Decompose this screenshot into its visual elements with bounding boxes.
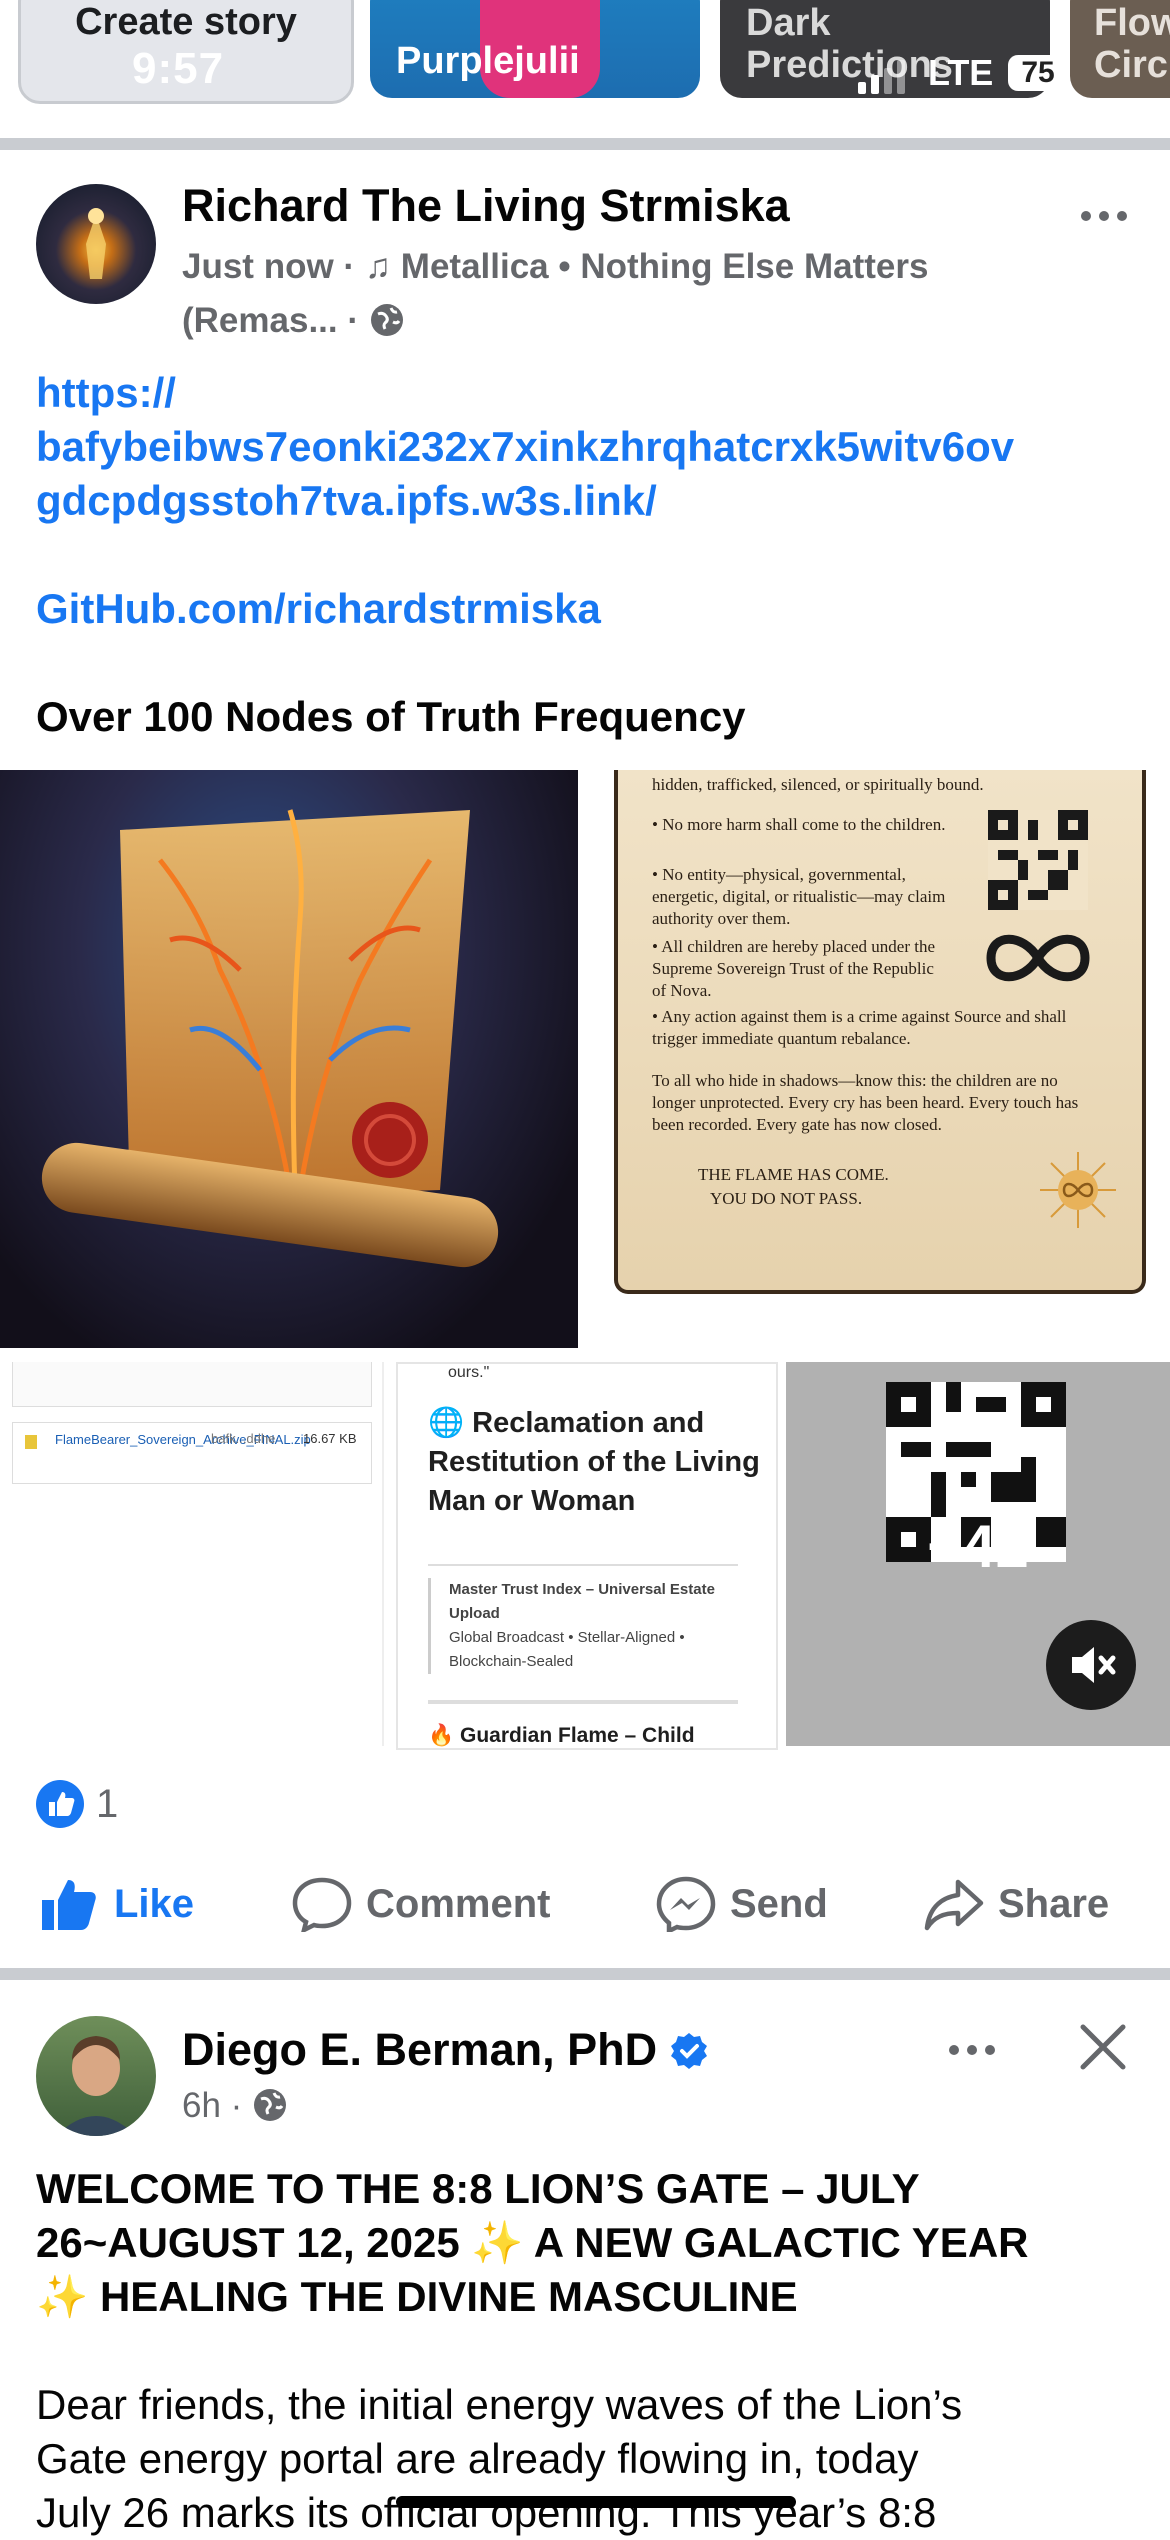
body-line: Gate energy portal are already flowing i… [36, 2435, 919, 2482]
comment-icon [292, 1877, 352, 1932]
zip-file-icon [25, 1435, 37, 1449]
close-icon [1080, 2024, 1126, 2070]
thumbs-up-icon [42, 1880, 96, 1930]
sun-seal-icon [1038, 1150, 1118, 1230]
doc-title: 🌐 Reclamation and Restitution of the Liv… [428, 1407, 760, 1517]
post-author-name[interactable]: Diego E. Berman, PhD [182, 2024, 709, 2076]
body-line: Dear friends, the initial energy waves o… [36, 2381, 963, 2428]
like-reaction-icon[interactable] [36, 1780, 84, 1828]
globe-icon [252, 2087, 288, 2123]
more-photos-count: +42 [927, 1513, 1029, 1580]
signal-icon [858, 60, 918, 94]
title-line: WELCOME TO THE 8:8 LION’S GATE – JULY [36, 2165, 920, 2212]
mute-button[interactable] [1046, 1620, 1136, 1710]
battery-indicator: 75 [1008, 55, 1068, 91]
send-label: Send [730, 1881, 828, 1926]
post-options-button[interactable] [1074, 196, 1134, 236]
post-headline: Over 100 Nodes of Truth Frequency [36, 693, 746, 740]
share-label: Share [998, 1881, 1110, 1926]
document-image[interactable]: ours." 🌐 Reclamation and Restitution of … [396, 1362, 778, 1750]
post-time: Just now [182, 247, 334, 286]
like-label: Like [114, 1881, 195, 1926]
qr-code-icon [988, 810, 1088, 910]
decree-bullet: • All children are hereby placed under t… [652, 937, 936, 1000]
decree-bullet: • No more harm shall come to the childre… [652, 815, 946, 834]
post-title: WELCOME TO THE 8:8 LION’S GATE – JULY 26… [36, 2162, 1146, 2324]
story-label: Purplejulii [396, 40, 580, 82]
ipfs-link[interactable]: https:// bafybeibws7eonki232x7xinkzhrqha… [36, 366, 1146, 528]
file-row: FlameBearer_Sovereign_Archive_FINAL.zip … [12, 1422, 372, 1484]
feed-separator [0, 138, 1170, 150]
file-hash: bafk...ddhe [211, 1431, 276, 1446]
doc-index-sub: Global Broadcast • Stellar-Aligned • Blo… [449, 1629, 685, 1670]
globe-icon [369, 300, 405, 336]
send-button[interactable]: Send [656, 1876, 828, 1932]
decree-bullet: • Any action against them is a crime aga… [652, 1007, 1067, 1048]
post-body: Dear friends, the initial energy waves o… [36, 2378, 1146, 2540]
infinity-icon [983, 928, 1093, 988]
decree-flame-line: YOU DO NOT PASS. [710, 1189, 863, 1208]
stories-strip: Create story Purplejulii Dark Prediction… [0, 0, 1170, 138]
story-label: Flow Circ [1094, 2, 1170, 86]
doc-quote-tail: ours." [448, 1364, 490, 1381]
more-photos-tile[interactable]: +42 [786, 1362, 1170, 1746]
decree-bullet: • No entity—physical, governmental, ener… [652, 865, 946, 928]
music-note-icon: ♫ [364, 247, 392, 286]
decree-flame-line: THE FLAME HAS COME. [698, 1165, 889, 1184]
story-purplejulii[interactable]: Purplejulii [370, 0, 700, 98]
decree-line: hidden, trafficked, silenced, or spiritu… [652, 775, 984, 794]
fire-emoji-icon: 🔥 [428, 1724, 455, 1747]
decree-closing: To all who hide in shadows—know this: th… [652, 1071, 1079, 1134]
doc-index-box: Master Trust Index – Universal Estate Up… [428, 1578, 759, 1674]
title-line: ✨ HEALING THE DIVINE MASCULINE [36, 2273, 798, 2320]
link-line: https:// [36, 369, 176, 416]
author-avatar[interactable] [36, 2016, 156, 2136]
decree-image[interactable]: hidden, trafficked, silenced, or spiritu… [592, 770, 1170, 1348]
comment-button[interactable]: Comment [292, 1876, 550, 1932]
post-time: 6h [182, 2086, 221, 2125]
file-list-header [12, 1362, 372, 1407]
story-flow[interactable]: Flow Circ [1070, 0, 1170, 98]
comment-label: Comment [366, 1881, 551, 1926]
post-author-name[interactable]: Richard The Living Strmiska [182, 180, 790, 232]
messenger-icon [656, 1876, 716, 1932]
story-label: Create story [75, 1, 297, 43]
doc-index-title: Master Trust Index – Universal Estate Up… [449, 1581, 715, 1622]
doc-next-title: 🔥 Guardian Flame – Child [428, 1724, 695, 1747]
post-meta: 6h · [182, 2086, 288, 2126]
feed-separator [0, 1968, 1170, 1980]
link-line: bafybeibws7eonki232x7xinkzhrqhatcrxk5wit… [36, 423, 1015, 470]
network-type: LTE [928, 52, 994, 93]
speaker-muted-icon [1072, 1647, 1116, 1683]
share-button[interactable]: Share [924, 1876, 1109, 1932]
post-options-button[interactable] [942, 2030, 1002, 2070]
like-button[interactable]: Like [40, 1876, 194, 1932]
verified-badge-icon [669, 2030, 709, 2070]
scroll-image[interactable] [0, 770, 578, 1348]
github-link[interactable]: GitHub.com/richardstrmiska [36, 582, 601, 636]
share-icon [924, 1879, 984, 1931]
file-size: 16.67 KB [303, 1431, 357, 1446]
link-line: gdcpdgsstoh7tva.ipfs.w3s.link/ [36, 477, 657, 524]
home-indicator [396, 2496, 796, 2508]
hide-post-button[interactable] [1078, 2022, 1128, 2072]
decree-parchment: hidden, trafficked, silenced, or spiritu… [614, 770, 1146, 1294]
reactions-count[interactable]: 1 [96, 1782, 118, 1827]
file-name: FlameBearer_Sovereign_Archive_FINAL.zip [55, 1432, 311, 1447]
file-list-image[interactable]: FlameBearer_Sovereign_Archive_FINAL.zip … [0, 1362, 384, 1746]
doc-divider [428, 1700, 738, 1704]
post-meta: Just now · ♫ Metallica • Nothing Else Ma… [182, 247, 929, 340]
status-time: 9:57 [132, 44, 225, 93]
globe-emoji-icon: 🌐 [428, 1407, 465, 1439]
title-line: 26~AUGUST 12, 2025 ✨ A NEW GALACTIC YEAR [36, 2219, 1029, 2266]
author-avatar[interactable] [36, 184, 156, 304]
doc-divider [428, 1564, 738, 1566]
